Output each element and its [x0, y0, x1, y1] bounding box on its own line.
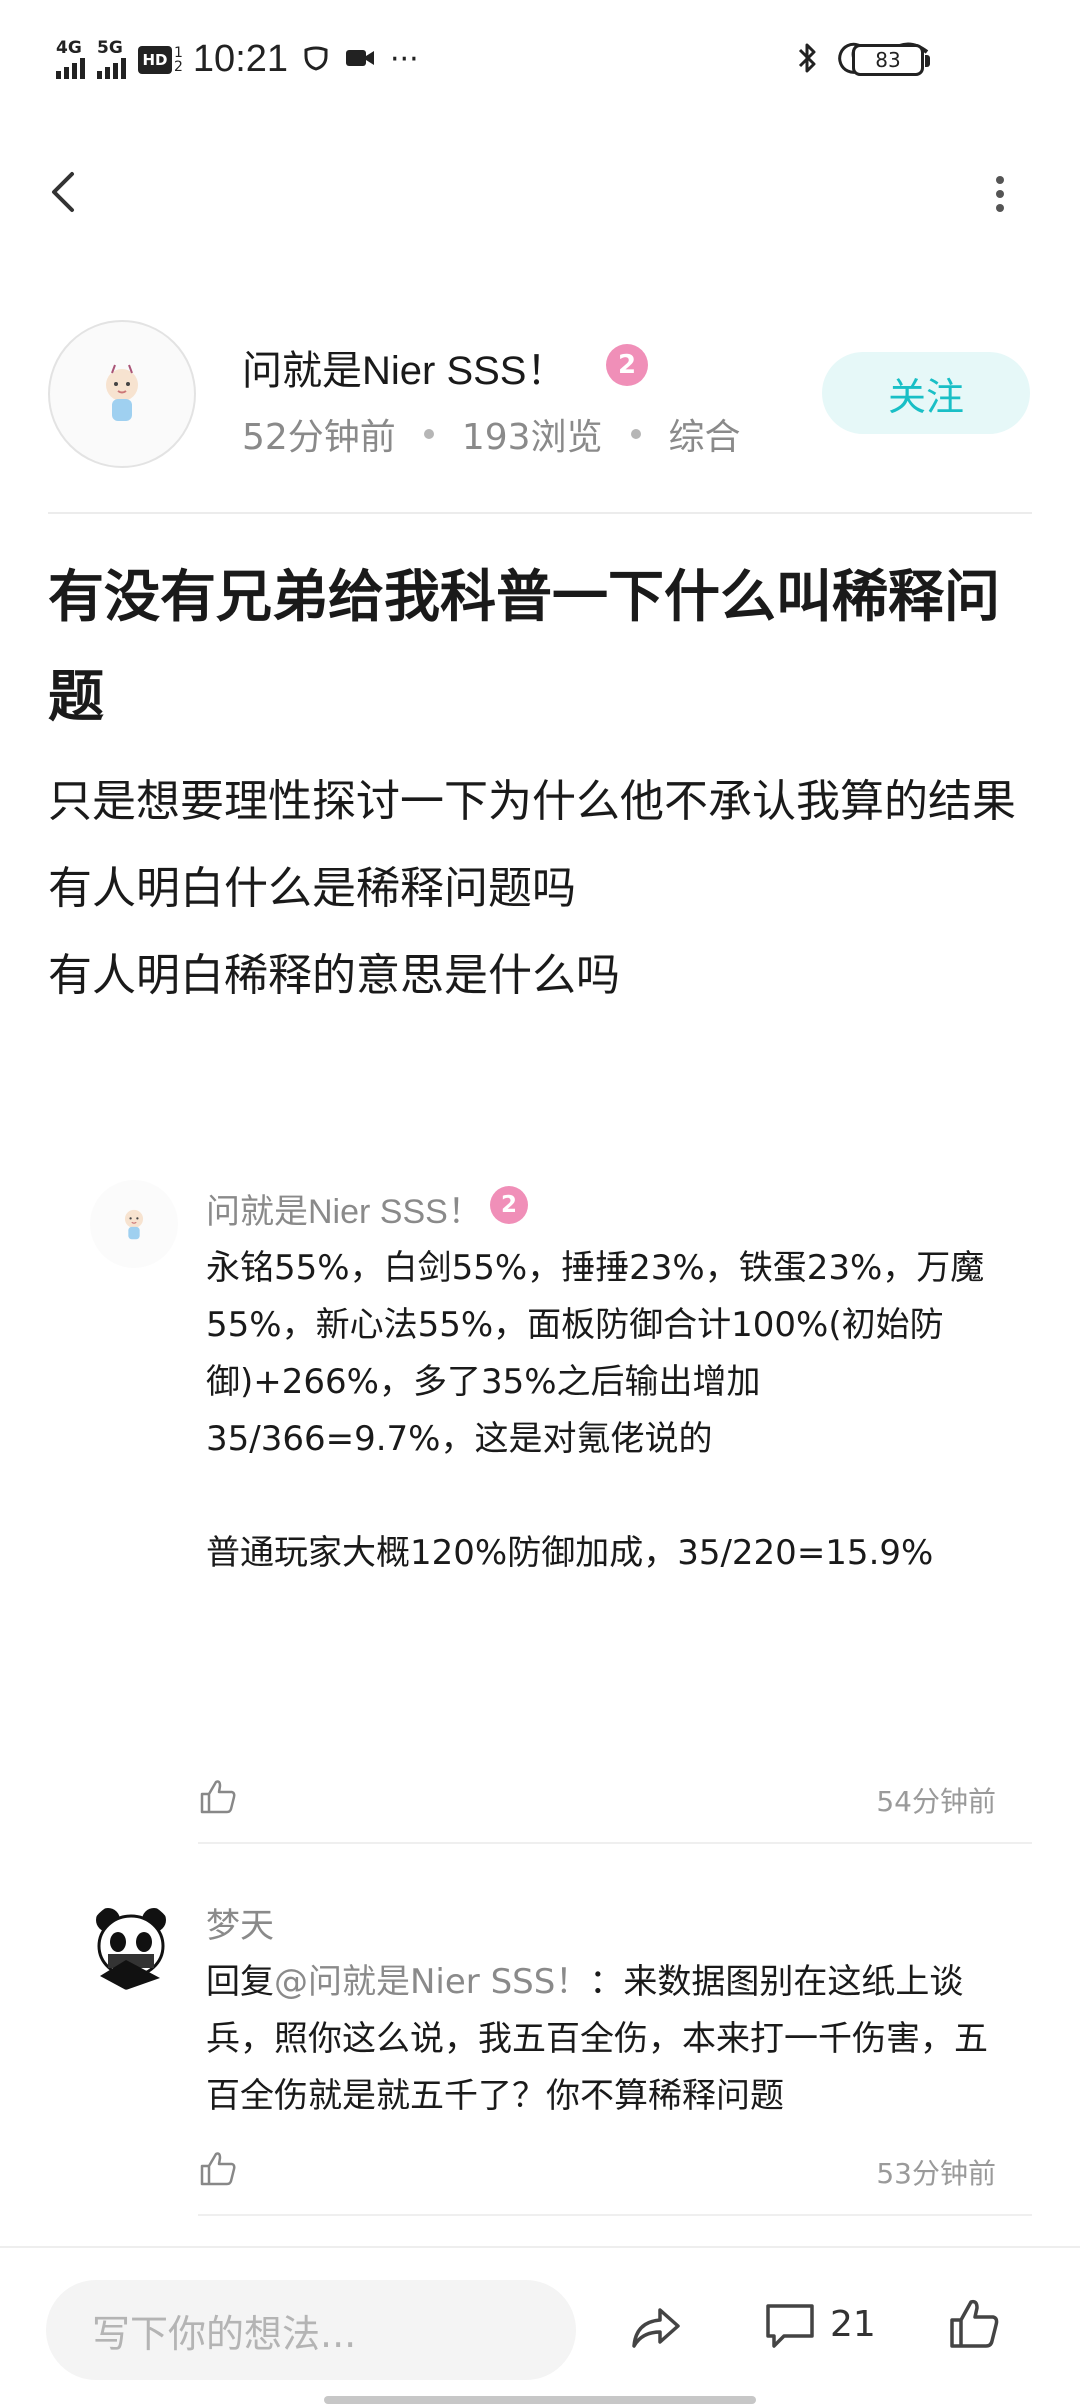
avatar-image: [86, 1900, 176, 1990]
comment-like-button[interactable]: [198, 1776, 238, 1816]
signal-icon: 4G: [56, 40, 85, 79]
hd-icon: HD: [138, 45, 172, 74]
comment-avatar[interactable]: [90, 1180, 178, 1268]
post-category[interactable]: 综合: [669, 408, 741, 460]
hd-sub-1: 1: [174, 44, 183, 61]
network-label-1: 4G: [56, 38, 82, 58]
comment-button[interactable]: [762, 2298, 818, 2354]
author-avatar[interactable]: [48, 320, 196, 468]
mention-link[interactable]: @问就是Nier SSS！: [274, 1962, 589, 2002]
meta-separator: [630, 429, 641, 439]
level-badge: 2: [606, 344, 648, 386]
share-icon: [632, 2308, 680, 2348]
avatar-image: [124, 1209, 144, 1240]
post-views: 193浏览: [461, 417, 603, 458]
post-time: 52分钟前: [242, 417, 396, 458]
back-button[interactable]: [44, 160, 84, 224]
status-bar: 4G 5G HD 1 2 10:21 ··· 83: [0, 0, 1080, 120]
hd-sub-2: 2: [174, 58, 183, 75]
comment-text: 永铭55%，白剑55%，捶捶23%，铁蛋23%，万魔55%，新心法55%，面板防…: [206, 1248, 985, 1573]
meta-separator: [423, 429, 434, 439]
comment-author-name[interactable]: 问就是Nier SSS！: [206, 1184, 482, 1233]
comment-like-button[interactable]: [198, 2148, 238, 2188]
status-left: 4G 5G HD 1 2 10:21 ···: [56, 38, 433, 81]
avatar-image: [106, 364, 138, 421]
comment-avatar[interactable]: [86, 1900, 176, 1990]
post-paragraph: 有人明白什么是稀释问题吗: [48, 863, 576, 914]
reply-prefix: 回复: [206, 1962, 274, 2002]
signal-icon: 5G: [97, 40, 126, 79]
post-meta: 52分钟前 193浏览 综合: [242, 408, 741, 460]
comment-count: 21: [830, 2304, 876, 2345]
more-options-button[interactable]: [980, 170, 1020, 218]
home-indicator[interactable]: [324, 2396, 756, 2404]
comment-time: 53分钟前: [876, 2157, 996, 2190]
follow-button[interactable]: 关注: [822, 352, 1030, 434]
more-vertical-icon: [996, 176, 1004, 212]
comment-author-name[interactable]: 梦天: [206, 1898, 274, 1947]
post-title: 有没有兄弟给我科普一下什么叫稀释问题: [48, 565, 1000, 730]
post-body: 只是想要理性探讨一下为什么他不承认我算的结果 有人明白什么是稀释问题吗 有人明白…: [48, 758, 1048, 1019]
level-badge: 2: [490, 1186, 528, 1224]
battery-icon: 83: [852, 44, 930, 76]
like-button[interactable]: [946, 2296, 1002, 2352]
thumbs-up-icon: [200, 1780, 236, 1814]
video-icon: [344, 46, 376, 74]
hd-sub-label: 1 2: [174, 46, 183, 74]
shield-icon: [302, 44, 330, 76]
divider: [48, 512, 1032, 514]
comment-text: 回复@问就是Nier SSS！：来数据图别在这纸上谈兵，照你这么说，我五百全伤，…: [206, 1954, 1006, 2125]
comment-divider: [198, 1842, 1032, 1844]
thumbs-up-icon: [200, 2152, 236, 2186]
comment-divider: [198, 2214, 1032, 2216]
comment-input[interactable]: 写下你的想法...: [46, 2280, 576, 2380]
chevron-left-icon: [52, 172, 74, 212]
clock: 10:21: [192, 38, 289, 80]
network-label-2: 5G: [97, 38, 123, 58]
bluetooth-icon: [796, 40, 820, 80]
thumbs-up-icon: [950, 2299, 999, 2348]
comment-time: 54分钟前: [876, 1785, 996, 1818]
comment-icon: [766, 2304, 814, 2348]
author-name[interactable]: 问就是Nier SSS！: [242, 338, 567, 396]
post-paragraph: 只是想要理性探讨一下为什么他不承认我算的结果: [48, 776, 1016, 827]
more-icon: ···: [390, 42, 419, 77]
bottom-bar-divider: [0, 2246, 1080, 2248]
post-paragraph: 有人明白稀释的意思是什么吗: [48, 950, 620, 1001]
share-button[interactable]: [628, 2300, 684, 2356]
